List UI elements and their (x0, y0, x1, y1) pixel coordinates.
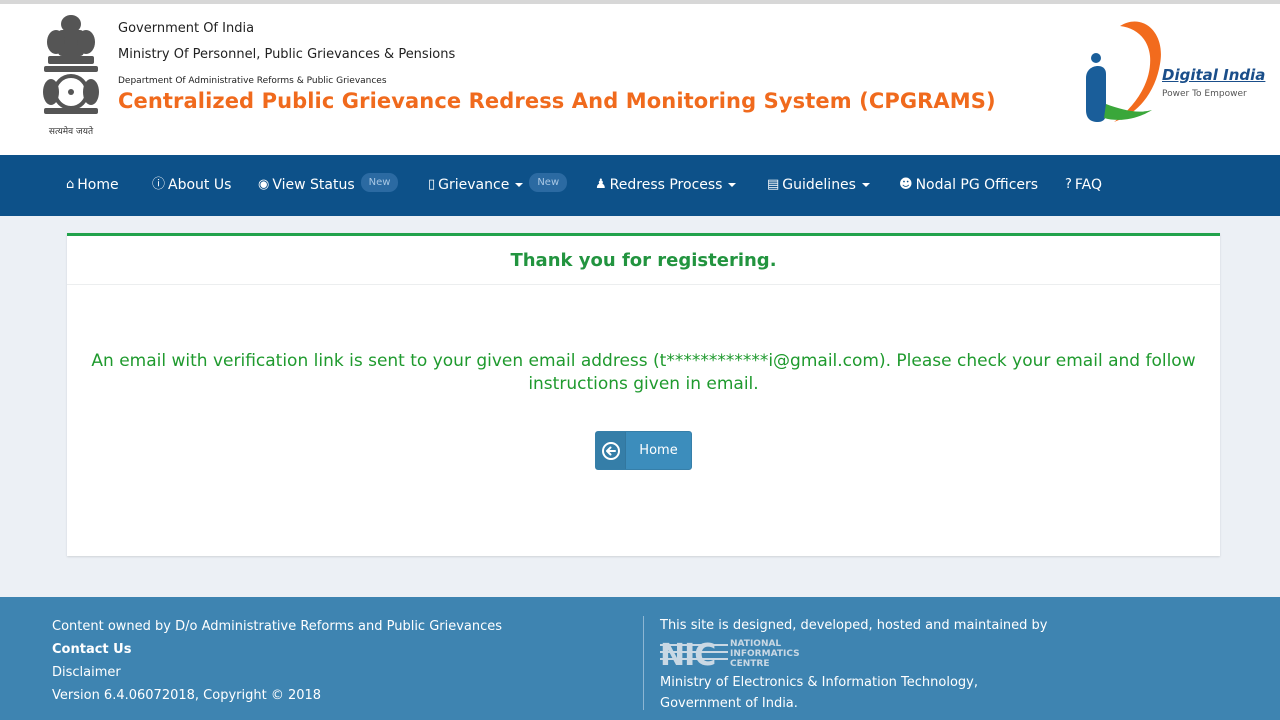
svg-text:NIC: NIC (660, 638, 715, 669)
nav-about-us-label: About Us (168, 177, 232, 193)
book-icon: ▤ (767, 177, 780, 192)
home-button-label: Home (639, 443, 678, 458)
nav-home-label: Home (77, 177, 119, 193)
chevron-down-icon (861, 183, 870, 187)
eye-icon: ◉ (258, 177, 270, 192)
nav-faq-label: FAQ (1074, 177, 1103, 193)
department-label: Department Of Administrative Reforms & P… (118, 76, 387, 86)
government-text: Government of India. (660, 696, 798, 711)
nav-faq[interactable]: ? FAQ (1065, 174, 1102, 196)
nav-guidelines-label: Guidelines (782, 177, 856, 193)
version-text: Version 6.4.06072018, Copyright © 2018 (52, 688, 322, 703)
chevron-down-icon (728, 183, 737, 187)
home-button[interactable]: Home (595, 431, 692, 470)
nic-logo[interactable]: NIC NATIONAL INFORMATICS CENTRE (660, 637, 830, 669)
content-owned-text: Content owned by D/o Administrative Refo… (52, 619, 503, 634)
nav-view-status[interactable]: ◉ View Status New (258, 172, 399, 196)
nav-nodal-pg-officers-label: Nodal PG Officers (915, 177, 1039, 193)
back-arrow-icon (596, 432, 626, 469)
government-label: Government Of India (118, 21, 255, 36)
question-icon: ? (1065, 177, 1072, 192)
disclaimer-link[interactable]: Disclaimer (52, 664, 502, 687)
site-header: सत्यमेव जयते Government Of India Ministr… (0, 4, 1280, 155)
new-badge: New (529, 172, 568, 192)
digital-india-title[interactable]: Digital India (1162, 66, 1265, 84)
file-icon: ▯ (428, 177, 436, 192)
info-icon: ⓘ (152, 177, 166, 192)
emblem-motto: सत्यमेव जयते (49, 125, 94, 137)
designed-by-text: This site is designed, developed, hosted… (660, 618, 1048, 633)
footer-divider (643, 616, 644, 710)
nic-name-label: INFORMATICS (730, 649, 800, 659)
contact-us-link[interactable]: Contact Us (52, 641, 502, 664)
chevron-down-icon (515, 183, 524, 187)
verification-message: An email with verification link is sent … (91, 351, 1196, 394)
nav-grievance-label: Grievance (438, 177, 510, 193)
new-badge: New (360, 172, 399, 192)
home-icon: ⌂ (66, 177, 75, 192)
site-footer: Content owned by D/o Administrative Refo… (0, 597, 1280, 720)
nav-guidelines[interactable]: ▤ Guidelines (767, 174, 870, 196)
ministry-text: Ministry of Electronics & Information Te… (660, 675, 978, 690)
nav-grievance[interactable]: ▯ Grievance New (428, 172, 568, 196)
nic-name-label: CENTRE (730, 659, 770, 669)
success-heading: Thank you for registering. (67, 236, 1220, 285)
nav-nodal-pg-officers[interactable]: ☻ Nodal PG Officers (899, 174, 1038, 196)
registration-success-card: Thank you for registering. An email with… (67, 233, 1220, 556)
nav-about-us[interactable]: ⓘ About Us (152, 174, 231, 196)
ministry-label: Ministry Of Personnel, Public Grievances… (118, 47, 456, 62)
users-icon: ☻ (899, 177, 913, 192)
digital-india-tagline: Power To Empower (1162, 89, 1247, 99)
main-navbar: ⌂ Home ⓘ About Us ◉ View Status New ▯ Gr… (0, 155, 1280, 216)
nav-redress-process[interactable]: ♟ Redress Process (595, 174, 737, 196)
sitemap-icon: ♟ (595, 177, 607, 192)
national-emblem-logo: सत्यमेव जयते (43, 15, 99, 137)
nav-view-status-label: View Status (272, 177, 355, 193)
page-title: Centralized Public Grievance Redress And… (118, 89, 996, 113)
nic-name-label: NATIONAL (730, 639, 781, 649)
nav-home[interactable]: ⌂ Home (66, 174, 119, 196)
nav-redress-process-label: Redress Process (609, 177, 723, 193)
